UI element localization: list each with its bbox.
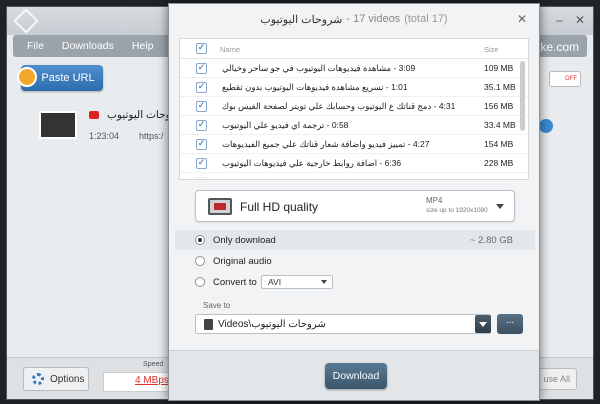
option-only-download-row[interactable]: Only download ~ 2.80 GB	[175, 230, 535, 250]
paste-url-button[interactable]: Paste URL	[17, 65, 103, 91]
options-label: Options	[50, 373, 85, 385]
video-count: - 17 videos	[346, 13, 401, 25]
video-total: (total 17)	[404, 13, 448, 25]
window-controls: – ✕	[556, 13, 585, 27]
download-url: https:/	[139, 131, 164, 141]
playlist-name: شروحات اليوتيوب	[260, 13, 343, 26]
item-checkbox[interactable]	[196, 63, 207, 74]
item-name: 4:27 - تمييز فيديو واضافة شعار قناتك علي…	[222, 139, 430, 149]
item-name: 1:01 - تسريع مشاهدة فيديوهات اليوتيوب بد…	[222, 82, 408, 92]
menu-file[interactable]: File	[27, 40, 44, 52]
list-item[interactable]: 1:01 - تسريع مشاهدة فيديوهات اليوتيوب بد…	[180, 78, 528, 97]
speed-value[interactable]: 4 MBps	[135, 375, 169, 386]
item-size: 109 MB	[484, 63, 514, 73]
item-size: 156 MB	[484, 101, 514, 111]
speed-label: Speed	[143, 361, 164, 368]
column-size: Size	[484, 45, 499, 54]
close-window-icon[interactable]: ✕	[575, 13, 585, 27]
convert-format-select[interactable]: AVI	[261, 275, 333, 289]
menu-help[interactable]: Help	[132, 40, 154, 52]
save-path-field[interactable]: Videos\شروحات اليوتيوب	[195, 314, 491, 334]
list-fade	[180, 171, 528, 179]
paste-icon	[17, 67, 37, 87]
smart-mode-toggle[interactable]: OFF	[549, 71, 581, 87]
item-name: 0:58 - ترجمة اي فيديو علي اليوتيوب	[222, 120, 349, 130]
gear-icon	[32, 373, 44, 385]
item-checkbox[interactable]	[196, 82, 207, 93]
browse-button[interactable]: ...	[497, 314, 523, 334]
item-checkbox[interactable]	[196, 158, 207, 169]
only-download-size: ~ 2.80 GB	[469, 235, 513, 246]
film-folder-icon	[204, 319, 213, 330]
column-name: Name	[220, 45, 241, 54]
download-button[interactable]: Download	[325, 363, 387, 389]
hd-monitor-icon	[208, 198, 232, 215]
item-checkbox[interactable]	[196, 139, 207, 150]
item-checkbox[interactable]	[196, 120, 207, 131]
app-logo-icon	[13, 8, 39, 34]
playlist-dialog: شروحات اليوتيوب - 17 videos (total 17) ✕…	[168, 3, 540, 401]
video-thumbnail	[39, 111, 77, 139]
paste-url-label: Paste URL	[41, 72, 95, 84]
list-header: Name Size	[180, 39, 528, 59]
quality-name: Full HD quality	[240, 200, 319, 214]
options-button[interactable]: Options	[23, 367, 89, 391]
brand-text: ake.com	[533, 40, 579, 54]
close-icon[interactable]: ✕	[517, 12, 527, 26]
youtube-icon	[89, 111, 99, 119]
menu-downloads[interactable]: Downloads	[62, 40, 114, 52]
item-name: 4:31 - دمج قناتك ع اليوتيوب وحسابك علي ت…	[222, 101, 456, 111]
download-duration: 1:23:04	[89, 131, 120, 141]
list-item[interactable]: 3:09 - مشاهدة فيديوهات اليوتيوب في جو سا…	[180, 59, 528, 78]
select-all-checkbox[interactable]	[196, 43, 207, 54]
chevron-down-icon	[496, 204, 504, 209]
resume-icon[interactable]	[539, 119, 553, 133]
list-item[interactable]: 4:27 - تمييز فيديو واضافة شعار قناتك علي…	[180, 135, 528, 154]
quality-dropdown[interactable]: Full HD quality MP4 size up to 1920x1080	[195, 190, 515, 222]
radio-convert-to[interactable]	[195, 277, 205, 287]
item-checkbox[interactable]	[196, 101, 207, 112]
convert-to-label[interactable]: Convert to	[213, 277, 257, 288]
download-item[interactable]: شروحات اليوتيوب 1:23:04 https:/	[27, 107, 185, 147]
dialog-title: شروحات اليوتيوب - 17 videos (total 17)	[169, 4, 539, 34]
item-size: 33.4 MB	[484, 120, 516, 130]
minimize-icon[interactable]: –	[556, 13, 563, 27]
radio-original-audio[interactable]	[195, 256, 205, 266]
item-size: 228 MB	[484, 158, 514, 168]
save-path-dropdown-button[interactable]	[475, 315, 491, 333]
original-audio-label[interactable]: Original audio	[213, 256, 272, 267]
radio-only-download[interactable]	[195, 235, 205, 245]
dialog-footer: Download	[169, 350, 539, 400]
list-item[interactable]: 0:58 - ترجمة اي فيديو علي اليوتيوب 33.4 …	[180, 116, 528, 135]
list-scrollbar[interactable]	[520, 61, 525, 131]
item-name: 6:36 - اضافة روابط خارجية علي فيديوهات ا…	[222, 158, 402, 168]
quality-format: MP4	[426, 196, 443, 205]
list-item[interactable]: 4:31 - دمج قناتك ع اليوتيوب وحسابك علي ت…	[180, 97, 528, 116]
item-size: 154 MB	[484, 139, 514, 149]
only-download-label: Only download	[213, 235, 276, 246]
save-to-label: Save to	[203, 301, 231, 310]
item-size: 35.1 MB	[484, 82, 516, 92]
item-name: 3:09 - مشاهدة فيديوهات اليوتيوب في جو سا…	[222, 63, 416, 73]
quality-detail: size up to 1920x1080	[426, 207, 488, 214]
save-path-text: Videos\شروحات اليوتيوب	[218, 319, 326, 330]
video-list: Name Size 3:09 - مشاهدة فيديوهات اليوتيو…	[179, 38, 529, 180]
